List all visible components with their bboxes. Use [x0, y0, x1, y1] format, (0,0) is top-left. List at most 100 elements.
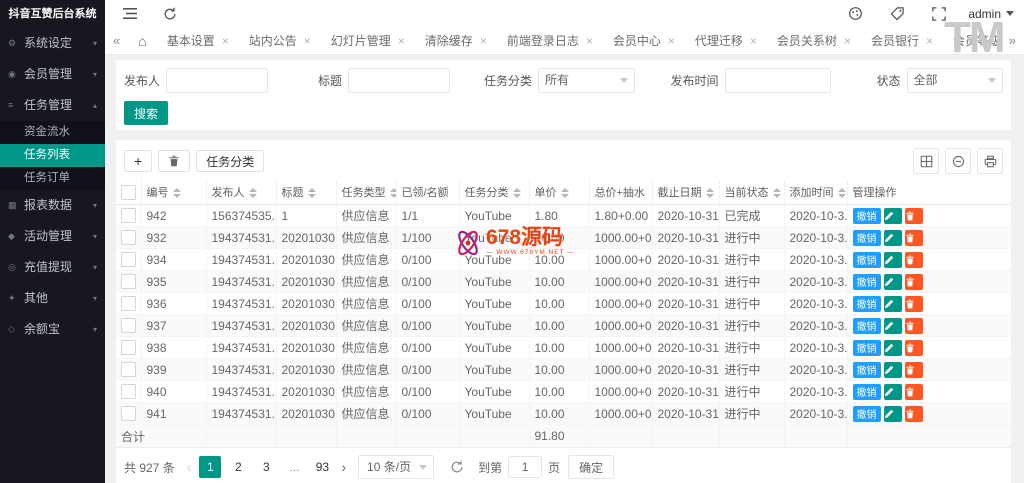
edit-button[interactable] [884, 340, 902, 356]
row-checkbox[interactable] [121, 318, 136, 333]
sort-icon[interactable] [249, 188, 257, 198]
revoke-button[interactable]: 撤销 [853, 318, 881, 334]
publisher-filter-input[interactable] [166, 68, 268, 93]
row-checkbox[interactable] [121, 296, 136, 311]
sidebar-item-others[interactable]: ✦其他▾ [0, 283, 105, 314]
sidebar-item-activity-management[interactable]: ◆活动管理▾ [0, 221, 105, 252]
row-checkbox[interactable] [121, 406, 136, 421]
page-button[interactable]: 93 [311, 456, 333, 478]
columns-icon[interactable] [913, 148, 939, 174]
tab-basic-settings[interactable]: 基本设置× [157, 27, 239, 55]
delete-selected-button[interactable] [158, 150, 190, 172]
delete-button[interactable] [905, 362, 923, 378]
tabs-scroll-left-icon[interactable]: « [105, 33, 128, 48]
delete-button[interactable] [905, 384, 923, 400]
tab-slideshow-management[interactable]: 幻灯片管理× [321, 27, 415, 55]
sort-icon[interactable] [773, 188, 781, 198]
tab-site-notice[interactable]: 站内公告× [239, 27, 321, 55]
close-icon[interactable]: × [844, 35, 851, 47]
close-icon[interactable]: × [480, 35, 487, 47]
column-header-type[interactable]: 任务类型 [336, 180, 396, 205]
delete-button[interactable] [905, 406, 923, 422]
per-page-select[interactable]: 10 条/页 [358, 455, 434, 479]
time-filter-input[interactable] [725, 68, 831, 93]
export-icon[interactable] [945, 148, 971, 174]
prev-page-icon[interactable]: ‹ [187, 459, 192, 475]
revoke-button[interactable]: 撤销 [853, 274, 881, 290]
sidebar-item-report-data[interactable]: ▦报表数据▾ [0, 190, 105, 221]
tab-member-center[interactable]: 会员中心× [603, 27, 685, 55]
tag-icon[interactable] [888, 5, 906, 23]
edit-button[interactable] [884, 384, 902, 400]
category-filter-select[interactable]: 所有 [538, 68, 634, 93]
close-icon[interactable]: × [304, 35, 311, 47]
column-header-deadline[interactable]: 截止日期 [652, 180, 719, 205]
row-checkbox[interactable] [121, 340, 136, 355]
close-icon[interactable]: × [398, 35, 405, 47]
sort-icon[interactable] [513, 188, 521, 198]
sidebar-subitem-task-list[interactable]: 任务列表 [0, 144, 105, 167]
select-all-checkbox[interactable] [121, 185, 136, 200]
print-icon[interactable] [977, 148, 1003, 174]
add-button[interactable]: + [124, 150, 152, 172]
menu-collapse-icon[interactable] [121, 5, 139, 23]
confirm-button[interactable]: 确定 [568, 455, 614, 479]
tabs-more-icon[interactable]: » [1001, 33, 1024, 48]
close-icon[interactable]: × [926, 35, 933, 47]
row-checkbox[interactable] [121, 208, 136, 223]
close-icon[interactable]: × [586, 35, 593, 47]
close-icon[interactable]: × [668, 35, 675, 47]
column-header-added[interactable]: 添加时间 [784, 180, 847, 205]
title-filter-input[interactable] [348, 68, 450, 93]
page-button[interactable]: 1 [199, 456, 221, 478]
close-icon[interactable]: × [222, 35, 229, 47]
delete-button[interactable] [905, 252, 923, 268]
page-button[interactable]: 2 [227, 456, 249, 478]
column-header-category[interactable]: 任务分类 [459, 180, 529, 205]
tab-member-bank[interactable]: 会员银行× [861, 27, 943, 55]
status-filter-select[interactable]: 全部 [907, 68, 1003, 93]
sidebar-subitem-fund-flow[interactable]: 资金流水 [0, 121, 105, 144]
jump-page-input[interactable] [508, 456, 542, 478]
tab-member-level[interactable]: 会员等级× [943, 27, 1001, 55]
delete-button[interactable] [905, 296, 923, 312]
tab-agent-migration[interactable]: 代理迁移× [685, 27, 767, 55]
revoke-button[interactable]: 撤销 [853, 362, 881, 378]
row-checkbox[interactable] [121, 274, 136, 289]
revoke-button[interactable]: 撤销 [853, 230, 881, 246]
home-icon[interactable]: ⌂ [128, 33, 156, 49]
refresh-icon[interactable] [161, 5, 179, 23]
delete-button[interactable] [905, 274, 923, 290]
column-header-id[interactable]: 编号 [141, 180, 206, 205]
sort-icon[interactable] [308, 188, 316, 198]
edit-button[interactable] [884, 230, 902, 246]
revoke-button[interactable]: 撤销 [853, 208, 881, 224]
sidebar-subitem-task-orders[interactable]: 任务订单 [0, 167, 105, 190]
sort-icon[interactable] [173, 188, 181, 198]
row-checkbox[interactable] [121, 384, 136, 399]
edit-button[interactable] [884, 406, 902, 422]
theme-icon[interactable] [846, 5, 864, 23]
tab-clear-cache[interactable]: 清除缓存× [415, 27, 497, 55]
edit-button[interactable] [884, 252, 902, 268]
sidebar-item-yuebao[interactable]: ◇余额宝▾ [0, 314, 105, 345]
column-header-publisher[interactable]: 发布人 [206, 180, 276, 205]
sidebar-item-system-settings[interactable]: ⚙系统设定▾ [0, 28, 105, 59]
sidebar-item-member-management[interactable]: ◉会员管理▾ [0, 59, 105, 90]
search-button[interactable]: 搜索 [124, 101, 168, 125]
delete-button[interactable] [905, 230, 923, 246]
close-icon[interactable]: × [750, 35, 757, 47]
sort-icon[interactable] [706, 188, 714, 198]
delete-button[interactable] [905, 208, 923, 224]
row-checkbox[interactable] [121, 230, 136, 245]
edit-button[interactable] [884, 208, 902, 224]
sort-icon[interactable] [561, 188, 569, 198]
sort-icon[interactable] [390, 188, 397, 198]
table-refresh-icon[interactable] [448, 458, 466, 476]
column-header-price[interactable]: 单价 [529, 180, 589, 205]
page-button[interactable]: 3 [255, 456, 277, 478]
sidebar-item-recharge-withdraw[interactable]: ◎充值提现▾ [0, 252, 105, 283]
delete-button[interactable] [905, 318, 923, 334]
row-checkbox[interactable] [121, 362, 136, 377]
revoke-button[interactable]: 撤销 [853, 384, 881, 400]
